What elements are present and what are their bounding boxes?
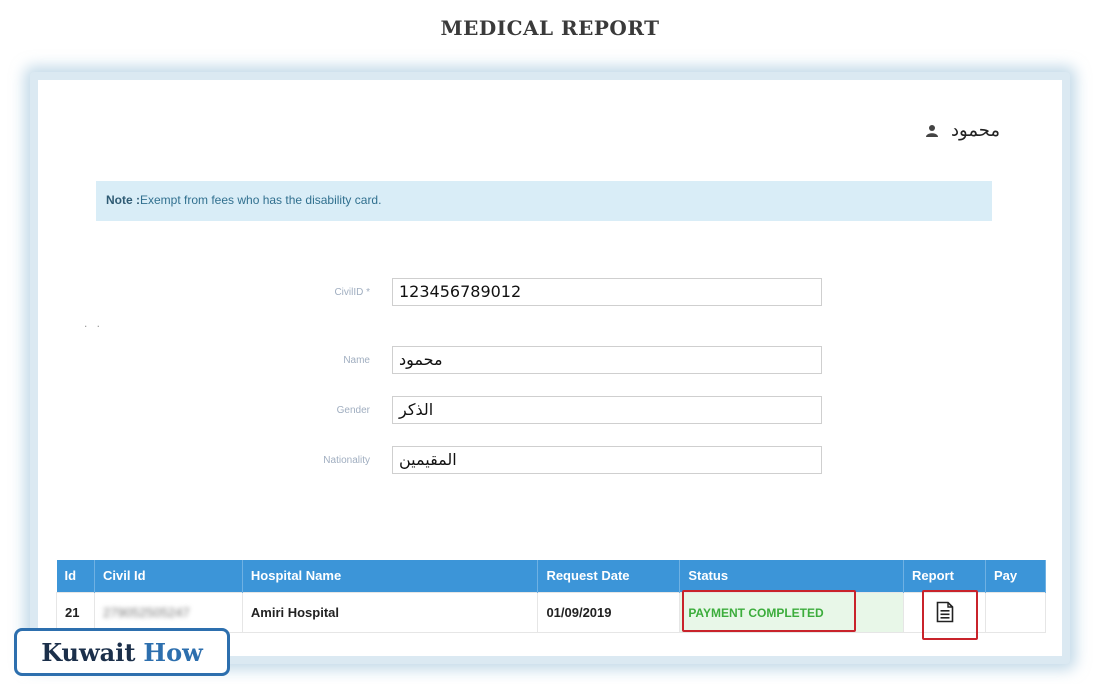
nationality-label: Nationality xyxy=(323,454,370,466)
user-icon xyxy=(926,124,939,137)
name-label: Name xyxy=(343,354,370,366)
col-request-date: Request Date xyxy=(537,560,681,592)
gender-value: الذكر xyxy=(399,400,434,419)
user-name: محمود xyxy=(951,120,1000,141)
col-civil-id: Civil Id xyxy=(94,560,243,592)
status-highlight-box xyxy=(682,590,856,632)
name-value: محمود xyxy=(399,350,443,369)
civil-id-label: CivilID * xyxy=(334,286,370,298)
table-header-row: Id Civil Id Hospital Name Request Date S… xyxy=(56,560,1046,592)
note-banner: Note :Exempt from fees who has the disab… xyxy=(96,181,992,221)
gender-input[interactable]: الذكر xyxy=(392,396,822,424)
civil-id-input[interactable]: 123456789012 xyxy=(392,278,822,306)
row-id: 21 xyxy=(56,591,95,633)
watermark-part2: How xyxy=(143,637,203,667)
civil-id-blurred: 279052505247 xyxy=(102,604,190,620)
nationality-value: المقيمين xyxy=(399,450,457,469)
requests-table: Id Civil Id Hospital Name Request Date S… xyxy=(56,560,1046,633)
report-card: محمود Note :Exempt from fees who has the… xyxy=(38,80,1062,656)
gender-row: Gender الذكر xyxy=(238,396,822,424)
col-status: Status xyxy=(679,560,905,592)
nationality-row: Nationality المقيمين xyxy=(238,446,822,474)
name-input[interactable]: محمود xyxy=(392,346,822,374)
table-row: 21 279052505247 Amiri Hospital 01/09/201… xyxy=(56,591,1046,633)
col-id: Id xyxy=(56,560,95,592)
col-hospital-name: Hospital Name xyxy=(242,560,539,592)
watermark-logo: Kuwait How xyxy=(14,628,230,676)
civil-id-row: CivilID * 123456789012 xyxy=(238,278,822,306)
note-text: Exempt from fees who has the disability … xyxy=(140,193,382,207)
name-row: Name محمود xyxy=(238,346,822,374)
report-highlight-box xyxy=(922,590,978,640)
col-report: Report xyxy=(903,560,986,592)
col-pay: Pay xyxy=(985,560,1046,592)
row-hospital: Amiri Hospital xyxy=(241,591,539,633)
page-title: MEDICAL REPORT xyxy=(440,16,660,40)
row-civil-id: 279052505247 xyxy=(93,591,243,633)
watermark-part1: Kuwait xyxy=(41,637,136,667)
row-request-date: 01/09/2019 xyxy=(537,591,681,633)
user-block: محمود xyxy=(925,120,1000,141)
nationality-input[interactable]: المقيمين xyxy=(392,446,822,474)
note-label: Note : xyxy=(106,193,140,207)
row-pay xyxy=(985,591,1046,633)
decor-dots: . . xyxy=(84,316,104,330)
gender-label: Gender xyxy=(336,404,370,416)
